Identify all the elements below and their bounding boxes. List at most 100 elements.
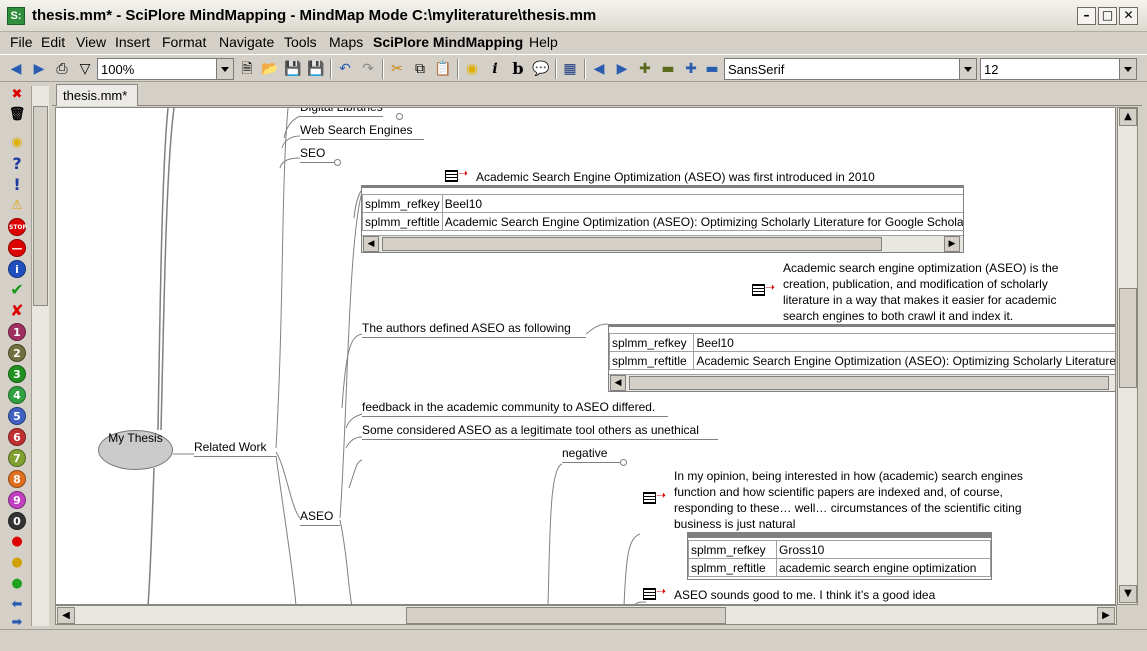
attr-value[interactable]: Gross10 [776,540,991,559]
vertical-scrollbar[interactable]: ▲ ▼ [1117,107,1138,605]
horizontal-scroll-thumb[interactable] [406,607,726,624]
font-size-select[interactable]: 12 [980,58,1137,80]
attr-value[interactable]: academic search engine optimization [776,558,991,577]
no-entry-icon[interactable]: — [8,239,26,257]
scroll-down-icon[interactable]: ▼ [1119,585,1137,603]
open-icon[interactable]: 📂 [261,60,279,78]
priority-5-icon[interactable]: 5 [8,407,26,425]
print-icon[interactable]: ⎙ [53,60,71,78]
priority-1-icon[interactable]: 1 [8,323,26,341]
minimize-button[interactable]: – [1077,7,1096,25]
trash-icon[interactable]: 🗑 [8,106,26,124]
menu-navigate[interactable]: Navigate [219,34,274,50]
scroll-left-icon[interactable]: ◀ [610,375,626,391]
menu-edit[interactable]: Edit [41,34,65,50]
chevron-down-icon[interactable] [216,59,233,79]
node-seo[interactable]: SEO [300,146,334,163]
scroll-right-icon[interactable]: ▶ [944,236,960,252]
warning-icon[interactable]: ⚠ [8,197,26,215]
menu-sciplore[interactable]: SciPlore MindMapping [373,34,523,50]
menu-view[interactable]: View [76,34,106,50]
mindmap-canvas[interactable]: My Thesis Related Work Digital Libraries… [55,107,1116,605]
minus-dark-icon[interactable]: ▬ [659,60,677,78]
scroll-left-icon[interactable]: ◀ [363,236,379,252]
node-related-work[interactable]: Related Work [194,440,276,457]
scroll-right-icon[interactable]: ▶ [1097,607,1115,624]
maximize-button[interactable]: □ [1098,7,1117,25]
idea-icon[interactable]: ◉ [8,134,26,152]
exclamation-icon[interactable]: ! [8,176,26,194]
node-negative[interactable]: negative [562,446,622,463]
new-map-icon[interactable]: 🗎 [238,60,256,78]
priority-8-icon[interactable]: 8 [8,470,26,488]
priority-9-icon[interactable]: 9 [8,491,26,509]
redo-icon[interactable]: ↷ [359,60,377,78]
note-icon[interactable]: ➝ [445,166,468,183]
node-aseo-introduced[interactable]: Academic Search Engine Optimization (ASE… [476,170,875,186]
menu-format[interactable]: Format [162,34,206,50]
question-icon[interactable]: ? [8,155,26,173]
vertical-scroll-thumb[interactable] [1119,288,1137,388]
minus-blue-icon[interactable]: ▬ [703,60,721,78]
menu-insert[interactable]: Insert [115,34,150,50]
plus-blue-icon[interactable]: ✚ [682,60,700,78]
menu-maps[interactable]: Maps [329,34,363,50]
arrow-left-icon[interactable]: ◀ [590,60,608,78]
italic-icon[interactable]: i [486,60,504,78]
palette-scrollbar[interactable] [31,86,49,626]
plus-dark-icon[interactable]: ✚ [636,60,654,78]
attr-value[interactable]: Academic Search Engine Optimization (ASE… [441,212,963,231]
zoom-select[interactable]: 100% [97,58,234,80]
lightbulb-icon[interactable]: ◉ [463,60,481,78]
remove-last-icon[interactable]: ✖ [8,86,26,104]
info-icon[interactable]: i [8,260,26,278]
copy-icon[interactable]: ⧉ [411,60,429,78]
paste-icon[interactable]: 📋 [434,60,452,78]
traffic-light-red-icon[interactable]: ● [8,533,26,551]
chevron-down-icon[interactable] [959,59,976,79]
save-as-icon[interactable]: 💾 [307,60,325,78]
node-aseo-definition[interactable]: Academic search engine optimization (ASE… [783,260,1058,324]
priority-6-icon[interactable]: 6 [8,428,26,446]
checkmark-icon[interactable]: ✔ [8,281,26,299]
node-authors-defined[interactable]: The authors defined ASEO as following [362,321,586,338]
note-icon[interactable]: ➝ [752,280,775,297]
priority-3-icon[interactable]: 3 [8,365,26,383]
node-aseo[interactable]: ASEO [300,509,340,526]
attr-scroll-thumb[interactable] [382,237,882,251]
priority-7-icon[interactable]: 7 [8,449,26,467]
filter-icon[interactable]: ▽ [76,60,94,78]
undo-icon[interactable]: ↶ [336,60,354,78]
forward-icon[interactable]: ▶ [30,60,48,78]
fold-indicator[interactable] [334,159,341,166]
node-opinion[interactable]: In my opinion, being interested in how (… [674,468,1023,532]
scroll-up-icon[interactable]: ▲ [1119,108,1137,126]
menu-file[interactable]: File [10,34,33,50]
note-icon[interactable]: ➝ [643,488,666,505]
close-button[interactable]: ✕ [1119,7,1138,25]
arrow-left-blue-icon[interactable]: ⬅ [8,596,26,614]
chevron-down-icon[interactable] [1119,59,1136,79]
arrow-right-icon[interactable]: ▶ [613,60,631,78]
traffic-light-yellow-icon[interactable]: ● [8,554,26,572]
node-sounds-good[interactable]: ASEO sounds good to me. I think it’s a g… [674,588,949,604]
scroll-left-icon[interactable]: ◀ [57,607,75,624]
fold-indicator[interactable] [620,459,627,466]
tab-thesis[interactable]: thesis.mm* [56,84,138,106]
attr-table-scrollbar[interactable]: ◀ [609,374,1115,391]
node-some-considered[interactable]: Some considered ASEO as a legitimate too… [362,423,718,440]
priority-2-icon[interactable]: 2 [8,344,26,362]
root-node[interactable]: My Thesis [98,430,173,470]
attr-table-scrollbar[interactable]: ◀ ▶ [362,235,963,252]
menu-help[interactable]: Help [529,34,558,50]
attr-value[interactable]: Academic Search Engine Optimization (ASE… [693,351,1115,370]
attribute-table-icon[interactable]: ▦ [561,60,579,78]
palette-scroll-thumb[interactable] [33,106,48,306]
priority-4-icon[interactable]: 4 [8,386,26,404]
priority-0-icon[interactable]: 0 [8,512,26,530]
node-digital-libraries[interactable]: Digital Libraries [300,108,383,117]
note-bubble-icon[interactable]: 💬 [532,60,550,78]
attr-value[interactable]: Beel10 [693,333,1115,352]
node-feedback[interactable]: feedback in the academic community to AS… [362,400,668,417]
menu-tools[interactable]: Tools [284,34,317,50]
